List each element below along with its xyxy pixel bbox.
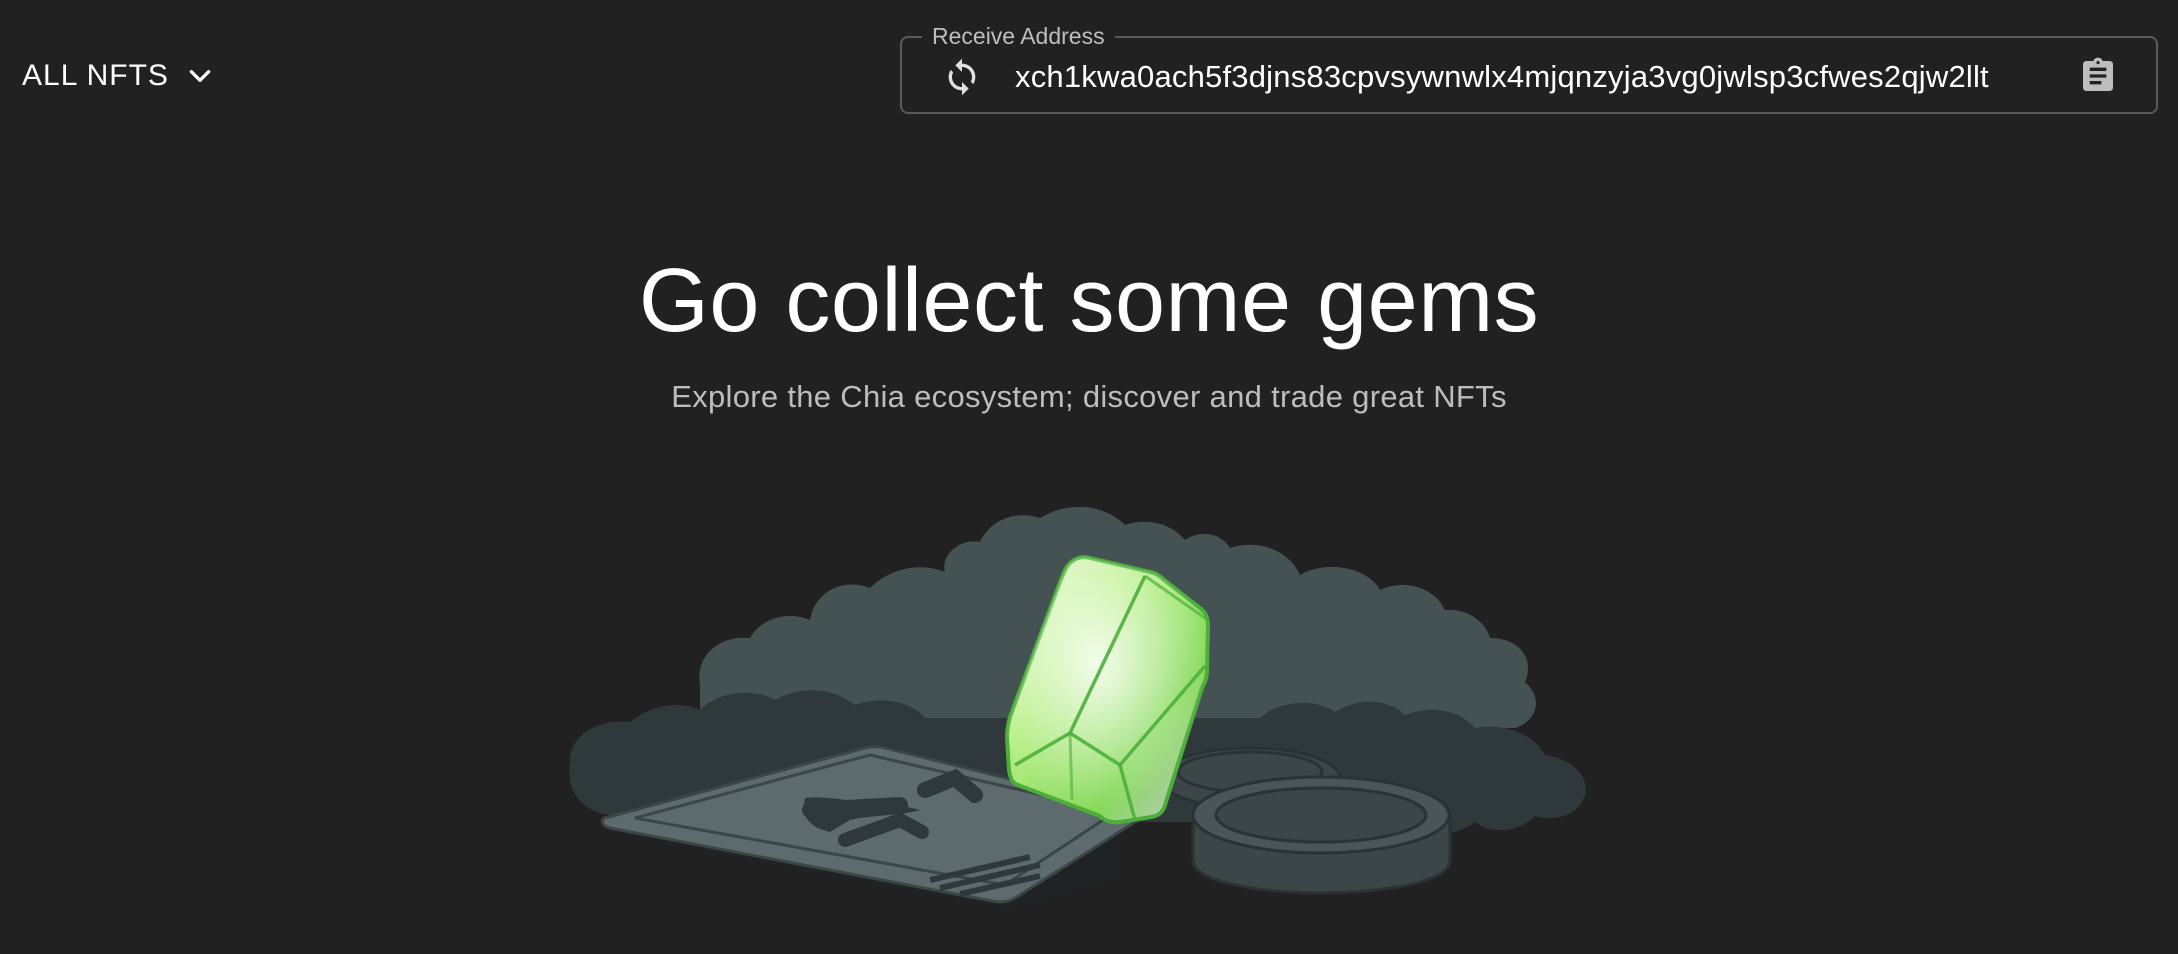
receive-address-label: Receive Address <box>922 22 1115 50</box>
coin-front-shape <box>1191 775 1452 895</box>
receive-address-value[interactable]: xch1kwa0ach5f3djns83cpvsywnwlx4mjqnzyja3… <box>1015 58 2045 96</box>
refresh-icon[interactable] <box>942 57 982 97</box>
gem-illustration <box>560 460 1600 920</box>
empty-state-title: Go collect some gems <box>638 251 1540 351</box>
receive-address-field[interactable]: Receive Address xch1kwa0ach5f3djns83cpvs… <box>900 22 2158 114</box>
clipboard-icon[interactable] <box>2078 55 2118 97</box>
chevron-down-icon <box>187 63 213 89</box>
empty-state-subtitle: Explore the Chia ecosystem; discover and… <box>671 379 1507 414</box>
nft-filter-label: ALL NFTS <box>22 59 169 92</box>
nft-filter-dropdown[interactable]: ALL NFTS <box>22 52 213 100</box>
nft-gallery-page: ALL NFTS Receive Address xch1kwa0ach5f3d… <box>0 0 2178 954</box>
